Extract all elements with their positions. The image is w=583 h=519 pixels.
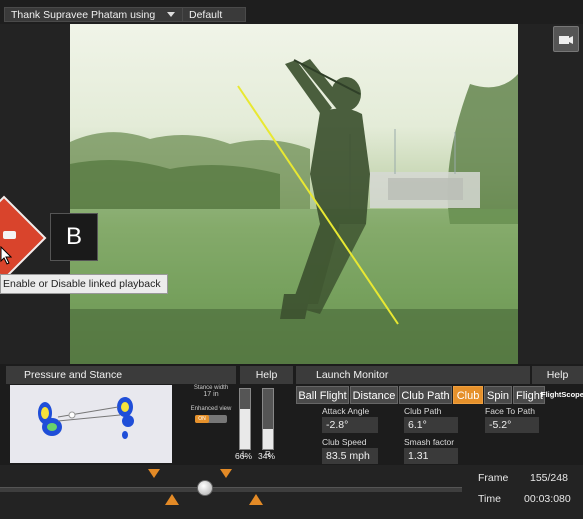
scrub-track[interactable] [0, 487, 462, 492]
enhanced-view-toggle[interactable]: ON [195, 415, 227, 423]
linked-playback-tooltip: Enable or Disable linked playback [0, 274, 168, 294]
trim-end-marker[interactable] [220, 469, 232, 478]
face-to-path-value: -5.2° [485, 417, 539, 433]
tab-spin[interactable]: Spin [484, 386, 512, 404]
pressure-map [10, 385, 172, 463]
time-value: 00:03:080 [524, 493, 571, 505]
swing-video[interactable] [70, 24, 518, 364]
attack-angle-value: -2.8° [322, 417, 378, 433]
stance-width-value: 17 in [203, 391, 219, 398]
smash-factor-value: 1.31 [404, 448, 458, 464]
frame-value: 155/248 [530, 472, 568, 484]
attack-angle-label: Attack Angle [322, 406, 370, 416]
launch-help-button[interactable]: Help [532, 366, 583, 384]
video-panel [0, 24, 583, 364]
enhanced-view-state: ON [195, 415, 209, 423]
caret-down-icon[interactable] [167, 12, 175, 17]
enhanced-view-label: Enhanced view [190, 406, 232, 412]
frame-label: Frame [478, 472, 509, 484]
club-path-label: Club Path [404, 406, 442, 416]
left-pct: 66% [235, 451, 253, 461]
club-speed-label: Club Speed [322, 437, 367, 447]
tab-distance[interactable]: Distance [350, 386, 398, 404]
pressure-help-button[interactable]: Help [240, 366, 293, 384]
left-pressure-fill [240, 409, 250, 449]
pressure-header: Pressure and Stance [6, 366, 236, 384]
top-bar: Thank Supravee Phatam using Default [0, 0, 583, 24]
face-to-path-label: Face To Path [485, 406, 535, 416]
playhead-knob[interactable] [197, 480, 213, 496]
flightscope-logo: FlightScope [541, 390, 583, 399]
tab-ball-flight[interactable]: Ball Flight [296, 386, 349, 404]
player-name: Thank Supravee Phatam using [11, 9, 156, 21]
preset-label: Default [189, 9, 223, 21]
preset-select[interactable]: Default [182, 7, 246, 22]
camera-icon[interactable] [553, 26, 579, 52]
launch-monitor-header: Launch Monitor [296, 366, 530, 384]
trim-start-marker[interactable] [148, 469, 160, 478]
player-select[interactable]: Thank Supravee Phatam using [4, 7, 184, 22]
swing-video-frame [70, 59, 518, 364]
left-pressure-bar [239, 388, 251, 450]
stance-info: Stance width 17 in Enhanced view ON [188, 385, 234, 423]
time-label: Time [478, 493, 501, 505]
right-pressure-bar [262, 388, 274, 450]
sync-icon [3, 231, 16, 239]
tab-club-path[interactable]: Club Path [399, 386, 452, 404]
tab-club[interactable]: Club [453, 386, 483, 404]
range-end-marker[interactable] [249, 494, 263, 505]
right-pct: 34% [258, 451, 276, 461]
club-path-value: 6.1° [404, 417, 458, 433]
range-start-marker[interactable] [165, 494, 179, 505]
club-speed-value: 83.5 mph [322, 448, 378, 464]
right-pressure-fill [263, 428, 273, 449]
pointer-icon [0, 246, 12, 265]
ab-toggle[interactable]: B [50, 213, 98, 261]
smash-factor-label: Smash factor [404, 437, 455, 447]
